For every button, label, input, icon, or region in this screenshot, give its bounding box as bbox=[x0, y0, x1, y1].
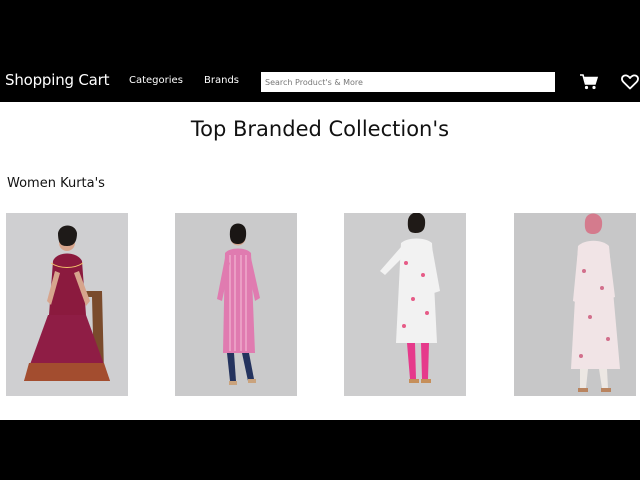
heart-icon[interactable] bbox=[620, 73, 640, 91]
nav-categories-link[interactable]: Categories bbox=[129, 75, 183, 86]
product-image bbox=[344, 213, 466, 396]
navbar: Shopping Cart Categories Brands bbox=[0, 61, 640, 102]
product-card[interactable] bbox=[514, 213, 636, 396]
page-title: Top Branded Collection's bbox=[190, 117, 450, 141]
brand-logo[interactable]: Shopping Cart bbox=[5, 71, 110, 89]
section-title: Women Kurta's bbox=[7, 176, 105, 191]
cart-icon[interactable] bbox=[579, 73, 599, 91]
product-card[interactable] bbox=[6, 213, 128, 396]
product-card[interactable] bbox=[344, 213, 466, 396]
product-image bbox=[514, 213, 636, 396]
search-input[interactable] bbox=[261, 72, 555, 92]
product-image bbox=[175, 213, 297, 396]
page: Shopping Cart Categories Brands Top Bran… bbox=[0, 61, 640, 420]
nav-brands-link[interactable]: Brands bbox=[204, 75, 239, 86]
product-card[interactable] bbox=[175, 213, 297, 396]
product-image bbox=[6, 213, 128, 396]
